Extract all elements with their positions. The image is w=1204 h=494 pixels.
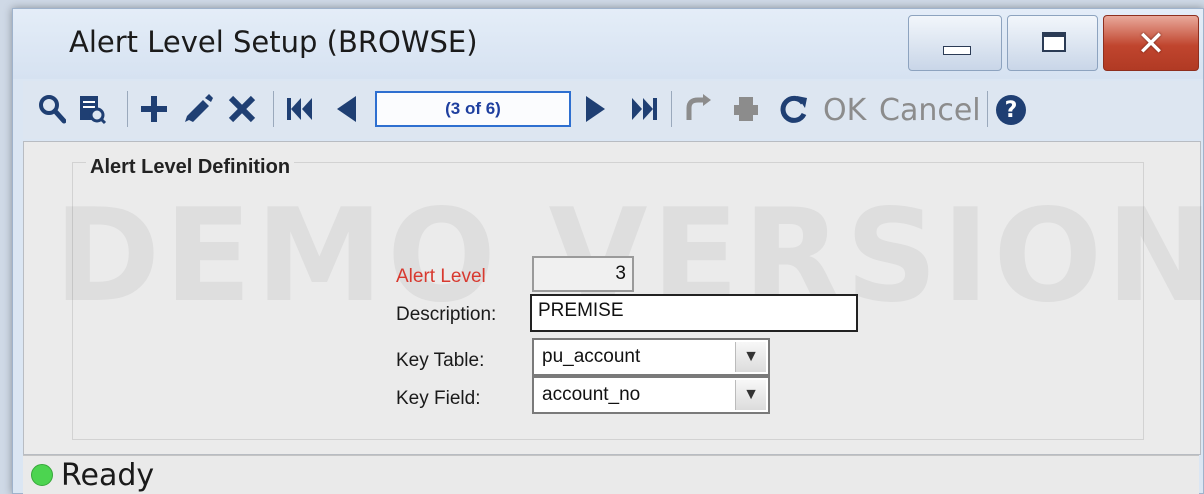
- first-record-icon: [287, 98, 312, 120]
- preview-button[interactable]: [73, 89, 111, 129]
- alert-level-field[interactable]: 3: [532, 256, 634, 292]
- maximize-icon: [1042, 32, 1066, 52]
- toolbar-separator: [987, 91, 988, 127]
- previous-record-button[interactable]: [329, 89, 363, 129]
- print-icon: [734, 97, 758, 121]
- record-position-field[interactable]: (3 of 6): [375, 91, 571, 127]
- key-field-select[interactable]: account_no ▼: [532, 376, 770, 414]
- chevron-down-icon[interactable]: ▼: [735, 342, 766, 372]
- minimize-icon: [943, 46, 971, 55]
- next-record-icon: [586, 96, 605, 122]
- print-button[interactable]: [727, 89, 765, 129]
- add-button[interactable]: [135, 89, 173, 129]
- toolbar-separator: [127, 91, 128, 127]
- maximize-button[interactable]: [1007, 15, 1098, 71]
- edit-button[interactable]: [179, 89, 217, 129]
- key-table-value: pu_account: [542, 346, 641, 367]
- key-table-select[interactable]: pu_account ▼: [532, 338, 770, 376]
- key-table-label: Key Table:: [396, 350, 485, 371]
- toolbar-separator: [273, 91, 274, 127]
- delete-icon: [228, 95, 256, 123]
- ok-button[interactable]: OK: [823, 93, 866, 128]
- refresh-icon: [780, 95, 807, 123]
- undo-icon: [686, 94, 711, 120]
- form-panel: Alert Level Definition DEMO VERSION Aler…: [23, 141, 1204, 455]
- preview-icon: [80, 96, 107, 125]
- previous-record-icon: [337, 96, 356, 122]
- status-text: Ready: [61, 458, 155, 493]
- next-record-button[interactable]: [579, 89, 613, 129]
- delete-button[interactable]: [223, 89, 261, 129]
- status-bar: Ready: [23, 455, 1199, 494]
- status-indicator-icon: [31, 464, 53, 486]
- key-field-label: Key Field:: [396, 388, 481, 409]
- toolbar: (3 of 6) OK Cancel ?: [23, 81, 1201, 139]
- group-title: Alert Level Definition: [86, 156, 295, 179]
- alert-level-label: Alert Level: [396, 266, 486, 287]
- help-icon[interactable]: ?: [996, 95, 1026, 125]
- last-record-button[interactable]: [625, 89, 663, 129]
- description-label: Description:: [396, 304, 497, 325]
- cancel-button[interactable]: Cancel: [879, 93, 981, 128]
- chevron-down-icon[interactable]: ▼: [735, 380, 766, 410]
- search-button[interactable]: [33, 89, 71, 129]
- search-icon: [39, 95, 66, 124]
- minimize-button[interactable]: [908, 15, 1002, 71]
- app-window: Alert Level Setup (BROWSE) ✕ (3 of 6) OK…: [12, 8, 1204, 494]
- close-icon: ✕: [1136, 24, 1166, 64]
- title-bar[interactable]: Alert Level Setup (BROWSE) ✕: [13, 9, 1203, 79]
- refresh-button[interactable]: [775, 89, 813, 129]
- toolbar-separator: [671, 91, 672, 127]
- last-record-icon: [632, 98, 657, 120]
- edit-icon: [185, 94, 213, 122]
- first-record-button[interactable]: [281, 89, 319, 129]
- window-title: Alert Level Setup (BROWSE): [69, 25, 478, 59]
- undo-button[interactable]: [677, 89, 715, 129]
- key-field-value: account_no: [542, 384, 641, 405]
- description-field[interactable]: PREMISE: [530, 294, 858, 332]
- close-button[interactable]: ✕: [1103, 15, 1199, 71]
- add-icon: [141, 96, 167, 122]
